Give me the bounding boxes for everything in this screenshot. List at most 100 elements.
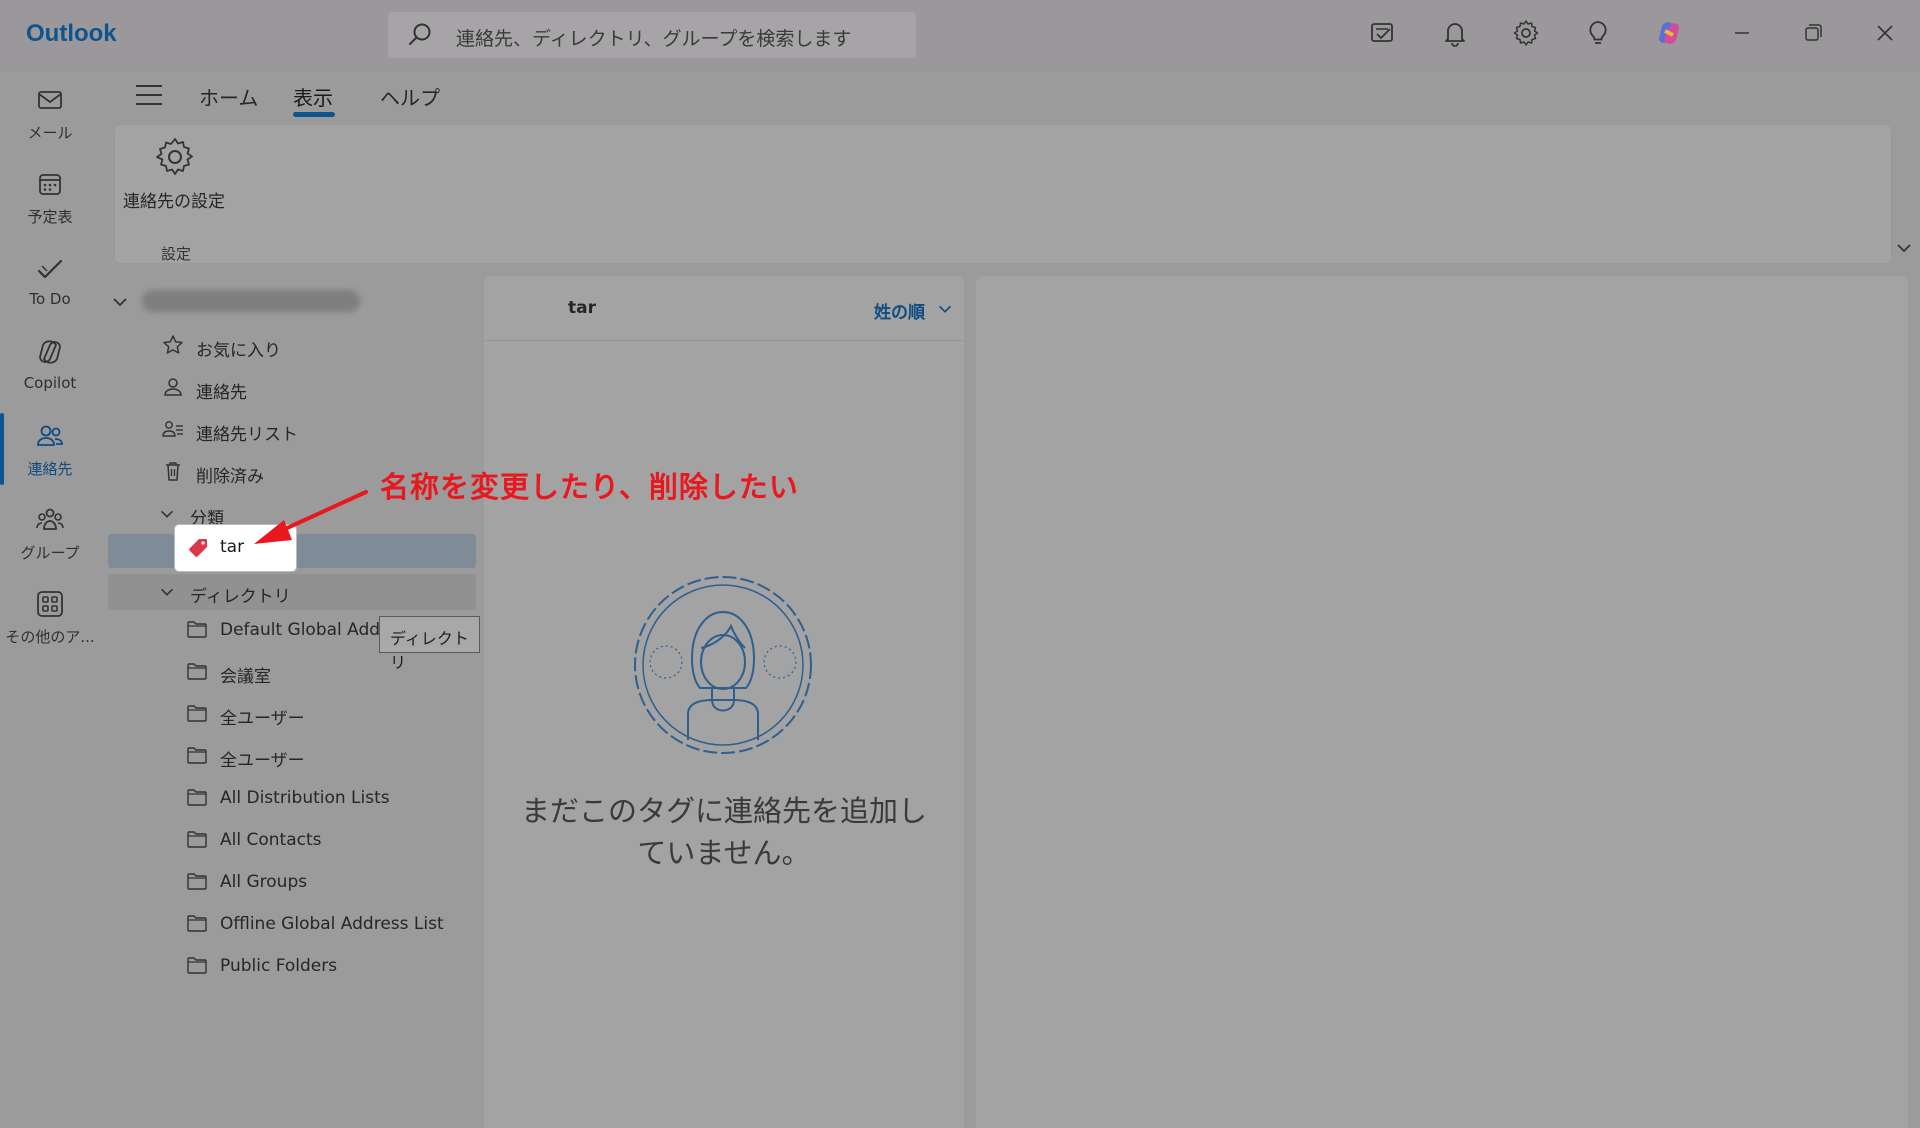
chevron-down-icon bbox=[161, 588, 173, 596]
directory-item-label: 会議室 bbox=[220, 667, 271, 687]
search-box[interactable]: 連絡先、ディレクトリ、グループを検索します bbox=[388, 12, 916, 58]
rail-label-contacts: 連絡先 bbox=[27, 460, 73, 478]
calendar-icon bbox=[39, 174, 61, 195]
contact-settings-label: 連絡先の設定 bbox=[123, 192, 225, 212]
folder-icon bbox=[187, 873, 207, 890]
folder-contact-lists[interactable]: 連絡先リスト bbox=[160, 412, 470, 448]
contact-settings-button[interactable]: 連絡先の設定 bbox=[115, 125, 243, 233]
app-name: Outlook bbox=[26, 20, 117, 47]
directory-tooltip: ディレクトリ bbox=[379, 616, 480, 672]
groups-icon bbox=[36, 508, 64, 530]
chevron-down-icon[interactable] bbox=[1894, 238, 1914, 258]
rail-label-mail: メール bbox=[27, 124, 73, 142]
tag-icon bbox=[189, 539, 207, 557]
contact-list-pane: tar 姓の順 まだこのタグに連絡先を追加していません。 bbox=[484, 276, 964, 1128]
ribbon-panel: 連絡先の設定 設定 bbox=[114, 124, 1892, 264]
directory-header[interactable]: ディレクトリ bbox=[156, 574, 466, 610]
rail-item-calendar[interactable]: 予定表 bbox=[0, 158, 100, 238]
settings-gear-icon bbox=[156, 138, 193, 175]
ribbon-group-label: 設定 bbox=[161, 245, 192, 263]
chevron-down-icon bbox=[161, 510, 173, 518]
search-placeholder: 連絡先、ディレクトリ、グループを検索します bbox=[456, 28, 852, 50]
tab-help[interactable]: ヘルプ bbox=[380, 82, 440, 111]
mail-icon bbox=[38, 91, 62, 109]
list-title: tar bbox=[568, 298, 596, 318]
directory-header-label: ディレクトリ bbox=[190, 587, 291, 607]
directory-item[interactable]: Public Folders bbox=[184, 948, 474, 984]
folder-icon bbox=[187, 831, 207, 848]
folder-icon bbox=[187, 621, 207, 638]
folder-icon bbox=[187, 915, 207, 932]
rail-item-copilot[interactable]: Copilot bbox=[0, 326, 100, 406]
directory-item[interactable]: Offline Global Address List bbox=[184, 906, 474, 942]
close-icon[interactable] bbox=[1870, 18, 1900, 48]
rail-label-more-apps: その他のア... bbox=[5, 628, 95, 646]
copilot-icon bbox=[39, 340, 61, 364]
annotation-arrow-icon bbox=[254, 490, 368, 544]
sort-button[interactable]: 姓の順 bbox=[874, 298, 925, 323]
directory-item-label: All Groups bbox=[220, 872, 308, 892]
rail-item-groups[interactable]: グループ bbox=[0, 494, 100, 574]
rail-item-mail[interactable]: メール bbox=[0, 74, 100, 154]
rail-item-more-apps[interactable]: その他のア... bbox=[0, 578, 100, 658]
chevron-down-icon[interactable] bbox=[110, 292, 130, 312]
directory-item[interactable]: All Contacts bbox=[184, 822, 474, 858]
directory-item[interactable]: 会議室 bbox=[184, 654, 474, 690]
bell-icon[interactable] bbox=[1440, 18, 1470, 48]
rail-item-contacts[interactable]: 連絡先 bbox=[0, 410, 100, 490]
directory-item-label: Offline Global Address List bbox=[220, 914, 444, 934]
folder-icon bbox=[187, 663, 207, 680]
directory-item-label: All Distribution Lists bbox=[220, 788, 390, 808]
directory-item[interactable]: 全ユーザー bbox=[184, 738, 474, 774]
copilot-logo-icon[interactable] bbox=[1654, 18, 1684, 48]
gear-icon[interactable] bbox=[1511, 18, 1541, 48]
todo-icon bbox=[37, 259, 63, 279]
folder-contacts-label: 連絡先 bbox=[196, 383, 247, 403]
folder-icon bbox=[187, 705, 207, 722]
directory-item-label: Default Global Addr bbox=[220, 620, 380, 640]
people-list-icon bbox=[162, 421, 183, 437]
search-icon bbox=[409, 23, 431, 45]
rail-label-groups: グループ bbox=[20, 544, 80, 562]
folder-icon bbox=[187, 789, 207, 806]
tab-home[interactable]: ホーム bbox=[199, 82, 258, 111]
folder-favorites-label: お気に入り bbox=[196, 341, 281, 361]
folder-contacts[interactable]: 連絡先 bbox=[160, 370, 470, 406]
rail-label-todo: To Do bbox=[29, 290, 71, 308]
directory-item-label: 全ユーザー bbox=[220, 751, 305, 771]
directory-item[interactable]: Default Global Addr bbox=[184, 612, 380, 648]
tab-view[interactable]: 表示 bbox=[293, 82, 333, 111]
star-icon bbox=[163, 335, 183, 354]
apps-icon bbox=[37, 591, 63, 617]
empty-contacts-illustration bbox=[634, 576, 812, 754]
rail-label-calendar: 予定表 bbox=[27, 208, 73, 226]
directory-item-label: 全ユーザー bbox=[220, 709, 305, 729]
directory-item[interactable]: All Distribution Lists bbox=[184, 780, 474, 816]
folder-icon bbox=[187, 957, 207, 974]
reading-pane bbox=[976, 276, 1908, 1128]
chevron-down-icon[interactable] bbox=[936, 300, 954, 318]
directory-item-label: Public Folders bbox=[220, 956, 338, 976]
directory-item[interactable]: 全ユーザー bbox=[184, 696, 474, 732]
folder-contact-lists-label: 連絡先リスト bbox=[196, 425, 298, 445]
hamburger-menu-icon[interactable] bbox=[134, 84, 164, 106]
rail-item-todo[interactable]: To Do bbox=[0, 242, 100, 322]
title-bar bbox=[0, 0, 1920, 72]
restore-icon[interactable] bbox=[1798, 18, 1828, 48]
empty-state-message: まだこのタグに連絡先を追加していません。 bbox=[520, 794, 927, 870]
directory-item[interactable]: All Groups bbox=[184, 864, 474, 900]
annotation-text: 名称を変更したり、削除したい bbox=[380, 472, 799, 504]
account-name-blurred[interactable] bbox=[142, 290, 360, 312]
active-tab-underline bbox=[293, 112, 335, 117]
folder-deleted-label: 削除済み bbox=[196, 467, 264, 487]
trash-icon bbox=[166, 462, 180, 481]
rail-label-copilot: Copilot bbox=[23, 374, 77, 392]
person-icon bbox=[164, 378, 182, 396]
directory-item-label: All Contacts bbox=[220, 830, 322, 850]
tasks-icon[interactable] bbox=[1368, 18, 1398, 48]
folder-favorites[interactable]: お気に入り bbox=[160, 328, 470, 364]
list-divider bbox=[484, 340, 964, 341]
folder-icon bbox=[187, 747, 207, 764]
minimize-icon[interactable] bbox=[1727, 18, 1757, 48]
lightbulb-icon[interactable] bbox=[1583, 18, 1613, 48]
